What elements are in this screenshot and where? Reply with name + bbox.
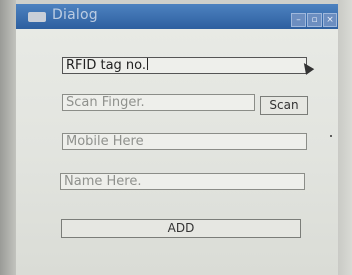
close-button[interactable]: × [323, 13, 337, 27]
mobile-field[interactable]: Mobile Here [62, 133, 307, 150]
text-caret [147, 58, 149, 70]
minimize-button[interactable]: – [291, 13, 306, 27]
screen-bezel [0, 0, 16, 275]
scan-finger-field[interactable]: Scan Finger. [62, 94, 255, 111]
window-icon [28, 12, 46, 22]
rfid-tag-field[interactable]: RFID tag no. [62, 57, 307, 74]
screen-edge [338, 0, 352, 275]
maximize-button[interactable]: ▫ [307, 13, 322, 27]
dialog-window: Dialog – ▫ × RFID tag no. Scan Finger. S… [16, 4, 338, 275]
title-bar[interactable]: Dialog – ▫ × [16, 4, 338, 29]
rfid-tag-value: RFID tag no. [66, 58, 147, 73]
name-field[interactable]: Name Here. [60, 173, 305, 190]
screen-speck [330, 135, 332, 137]
add-button[interactable]: ADD [61, 219, 301, 238]
window-title: Dialog [52, 7, 98, 23]
scan-button[interactable]: Scan [260, 96, 308, 115]
